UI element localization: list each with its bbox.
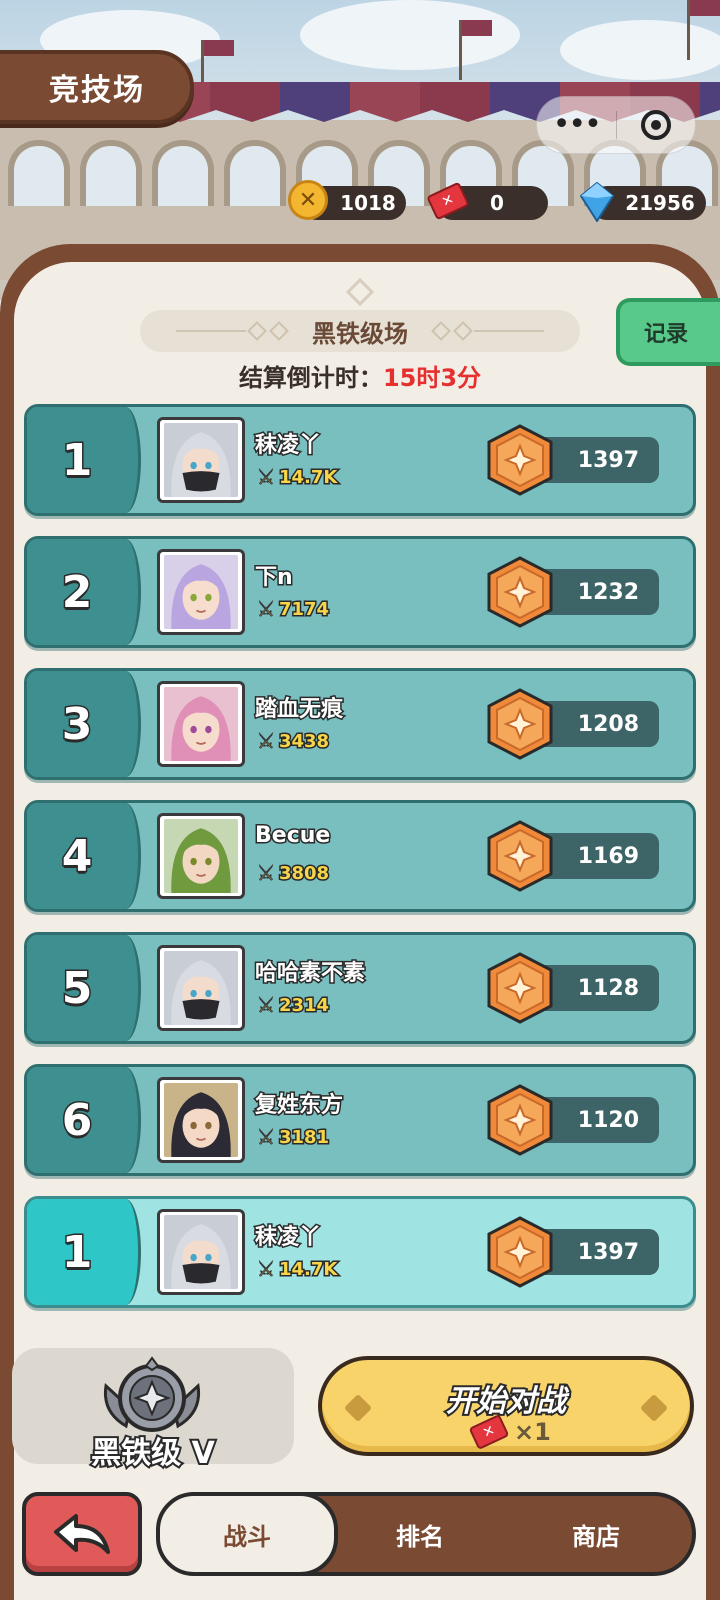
power-value: 3808 (277, 861, 330, 885)
power-stat: ⚔ 3438 (257, 729, 331, 754)
tab-shop[interactable]: 商店 (508, 1496, 684, 1572)
rank-number: 1 (60, 1225, 94, 1279)
tab-ranking[interactable]: 排名 (332, 1496, 508, 1572)
score-medal-icon (485, 424, 555, 496)
gem-icon (579, 181, 615, 226)
player-avatar[interactable] (157, 1209, 245, 1295)
ticket-icon: ✕ (468, 1413, 510, 1451)
score-value: 1397 (577, 1239, 639, 1265)
player-name: 下n (254, 564, 295, 592)
power-stat: ⚔ 14.7K (257, 1257, 339, 1282)
power-stat: ⚔ 3181 (257, 1125, 331, 1150)
ticket-icon: ✕ (426, 181, 470, 221)
countdown-value: 15时3分 (382, 364, 482, 392)
sword-icon: ⚔ (257, 861, 276, 886)
player-name: 复姓东方 (253, 1092, 344, 1120)
cloud (560, 20, 720, 80)
gem-value: 21956 (625, 191, 695, 215)
sword-icon: ⚔ (257, 729, 276, 754)
page-title: 竞技场 (49, 73, 145, 108)
flag (687, 0, 720, 60)
more-dots-icon[interactable]: ••• (537, 96, 616, 154)
ticket-value: 0 (490, 191, 504, 215)
player-name: 秣凌丫 (253, 432, 322, 460)
player-avatar[interactable] (157, 813, 245, 899)
power-value: 7174 (277, 597, 330, 621)
iron-rank-emblem-icon (103, 1356, 201, 1432)
my-rank-row[interactable]: 1 秣凌丫 ⚔ 14.7K 1397 (24, 1196, 696, 1308)
power-value: 2314 (277, 993, 330, 1017)
rank-number: 4 (60, 829, 94, 883)
bottom-nav: 战斗 排名 商店 (156, 1492, 696, 1576)
player-avatar[interactable] (157, 417, 245, 503)
league-name: 黑铁级场 (312, 319, 408, 348)
score-value: 1128 (577, 975, 639, 1001)
sword-icon: ⚔ (257, 993, 276, 1018)
score-medal-icon (485, 1216, 555, 1288)
page-title-plate: 竞技场 (0, 50, 194, 124)
player-avatar[interactable] (157, 549, 245, 635)
sword-icon: ⚔ (257, 1257, 276, 1282)
coin-value: 1018 (340, 191, 396, 215)
rank-number: 6 (60, 1093, 94, 1147)
settlement-countdown: 结算倒计时：15时3分 (0, 358, 720, 393)
sword-icon: ⚔ (257, 465, 276, 490)
sword-icon: ⚔ (257, 1125, 276, 1150)
power-stat: ⚔ 3808 (257, 861, 331, 886)
battle-cost: ✕ ×1 (468, 1413, 551, 1451)
ranking-row[interactable]: 1 秣凌丫 ⚔ 14.7K 1397 (24, 404, 696, 516)
score-medal-icon (485, 952, 555, 1024)
ranking-row[interactable]: 6 复姓东方 ⚔ 3181 1120 (24, 1064, 696, 1176)
power-stat: ⚔ 14.7K (257, 465, 339, 490)
ranking-row[interactable]: 4 Becue ⚔ 3808 1169 (24, 800, 696, 912)
tab-battle[interactable]: 战斗 (156, 1492, 338, 1576)
rank-number: 3 (60, 697, 94, 751)
score-medal-icon (485, 688, 555, 760)
ranking-row[interactable]: 5 哈哈素不素 ⚔ 2314 1128 (24, 932, 696, 1044)
score-value: 1232 (577, 579, 639, 605)
score-value: 1120 (577, 1107, 639, 1133)
score-medal-icon (485, 556, 555, 628)
score-medal-icon (485, 1084, 555, 1156)
mini-program-capsule: ••• (536, 96, 696, 154)
score-value: 1397 (577, 447, 639, 473)
rank-number: 1 (60, 433, 94, 487)
player-avatar[interactable] (157, 1077, 245, 1163)
start-battle-button[interactable]: 开始对战 ✕ ×1 (318, 1356, 694, 1456)
battle-cost-value: ×1 (514, 1418, 551, 1446)
score-medal-icon (485, 820, 555, 892)
ranking-row[interactable]: 3 踏血无痕 ⚔ 3438 1208 (24, 668, 696, 780)
power-value: 14.7K (277, 465, 338, 489)
league-header: 黑铁级场 (140, 310, 580, 352)
power-stat: ⚔ 2314 (257, 993, 331, 1018)
player-name: Becue (253, 822, 331, 850)
power-value: 14.7K (277, 1257, 338, 1281)
score-value: 1169 (577, 843, 639, 869)
player-name: 秣凌丫 (253, 1224, 322, 1252)
rank-number: 2 (60, 565, 94, 619)
player-avatar[interactable] (157, 681, 245, 767)
coin-icon: ✕ (288, 180, 328, 220)
back-arrow-icon (54, 1514, 110, 1554)
target-circle-icon[interactable] (617, 110, 696, 140)
player-name: 哈哈素不素 (253, 960, 366, 988)
flag (459, 20, 492, 80)
rank-number: 5 (60, 961, 94, 1015)
score-value: 1208 (577, 711, 639, 737)
power-value: 3181 (277, 1125, 330, 1149)
record-button[interactable]: 记录 (616, 298, 720, 366)
player-name: 踏血无痕 (253, 696, 344, 724)
power-value: 3438 (277, 729, 330, 753)
tier-label: 黑铁级 V (89, 1434, 217, 1473)
start-battle-label: 开始对战 (444, 1382, 568, 1421)
back-button[interactable] (22, 1492, 142, 1576)
sword-icon: ⚔ (257, 597, 276, 622)
player-avatar[interactable] (157, 945, 245, 1031)
ranking-row[interactable]: 2 下n ⚔ 7174 1232 (24, 536, 696, 648)
flag (201, 40, 234, 100)
power-stat: ⚔ 7174 (257, 597, 331, 622)
countdown-label: 结算倒计时： (238, 364, 383, 392)
